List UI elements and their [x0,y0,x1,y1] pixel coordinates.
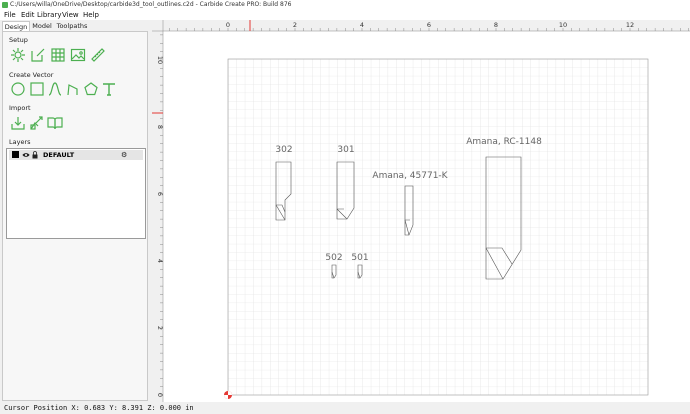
image-icon[interactable] [70,47,86,63]
grid-icon[interactable] [50,47,66,63]
title-bar: C:/Users/willa/OneDrive/Desktop/carbide3… [0,0,690,10]
stock-area[interactable] [227,58,649,396]
ruler-top-label: 6 [427,21,431,29]
section-layers-label: Layers [9,138,31,146]
tool-label-amana-45771-k[interactable]: Amana, 45771-K [372,171,448,181]
layer-settings-gear-icon[interactable]: ⚙ [121,150,127,160]
edit-square-icon[interactable] [30,47,46,63]
ruler-top-label: 12 [626,21,634,29]
design-canvas[interactable]: 0 2 4 6 8 10 12 10 8 6 4 2 0 302 301 Ama… [152,20,690,402]
menu-edit[interactable]: Edit [21,10,35,20]
section-import-label: Import [9,104,31,112]
ruler-top-label: 10 [559,21,567,29]
curve-icon[interactable] [47,81,63,97]
section-create-vector-label: Create Vector [9,71,54,79]
origin-marker-icon [224,391,232,399]
tool-label-301[interactable]: 301 [337,145,354,155]
tool-label-502[interactable]: 502 [325,253,342,263]
visibility-eye-icon[interactable] [22,150,30,163]
ruler-top-label: 2 [293,21,297,29]
import-icon[interactable] [10,115,26,131]
ruler-left-label: 8 [156,125,164,129]
tool-label-302[interactable]: 302 [275,145,292,155]
import-svg-icon[interactable] [29,115,45,131]
polyline-icon[interactable] [65,81,81,97]
layer-name: DEFAULT [43,151,75,159]
window-title: C:/Users/willa/OneDrive/Desktop/carbide3… [10,1,292,8]
ruler-top-label: 8 [494,21,498,29]
menu-file[interactable]: File [4,10,16,20]
menu-bar: File Edit Library View Help [0,10,690,20]
top-ruler [152,20,690,31]
menu-library[interactable]: Library [37,10,61,20]
app-logo-icon [2,2,8,8]
ruler-left-label: 2 [156,326,164,330]
rectangle-icon[interactable] [29,81,45,97]
section-setup-label: Setup [9,36,28,44]
status-bar: Cursor Position X: 0.683 Y: 8.391 Z: 0.0… [0,402,690,414]
polygon-icon[interactable] [83,81,99,97]
menu-view[interactable]: View [62,10,79,20]
layer-row[interactable]: DEFAULT ⚙ [9,150,143,160]
text-icon[interactable] [101,81,117,97]
ruler-top-label: 4 [360,21,364,29]
job-setup-icon[interactable] [10,47,26,63]
ruler-left-label: 0 [156,393,164,397]
ruler-top-label: 0 [226,21,230,29]
tool-label-501[interactable]: 501 [351,253,368,263]
library-book-icon[interactable] [47,115,63,131]
ruler-left-label: 4 [156,259,164,263]
layer-color-swatch[interactable] [12,151,19,158]
ruler-icon[interactable] [90,47,106,63]
canvas-svg[interactable]: 0 2 4 6 8 10 12 10 8 6 4 2 0 302 301 Ama… [152,20,690,402]
tool-label-amana-rc-1148[interactable]: Amana, RC-1148 [466,137,542,147]
menu-help[interactable]: Help [83,10,99,20]
circle-icon[interactable] [10,81,26,97]
layers-list: DEFAULT ⚙ [6,148,146,239]
ruler-left-label: 6 [156,192,164,196]
lock-icon[interactable] [32,151,38,162]
ruler-left-label: 10 [156,56,164,64]
